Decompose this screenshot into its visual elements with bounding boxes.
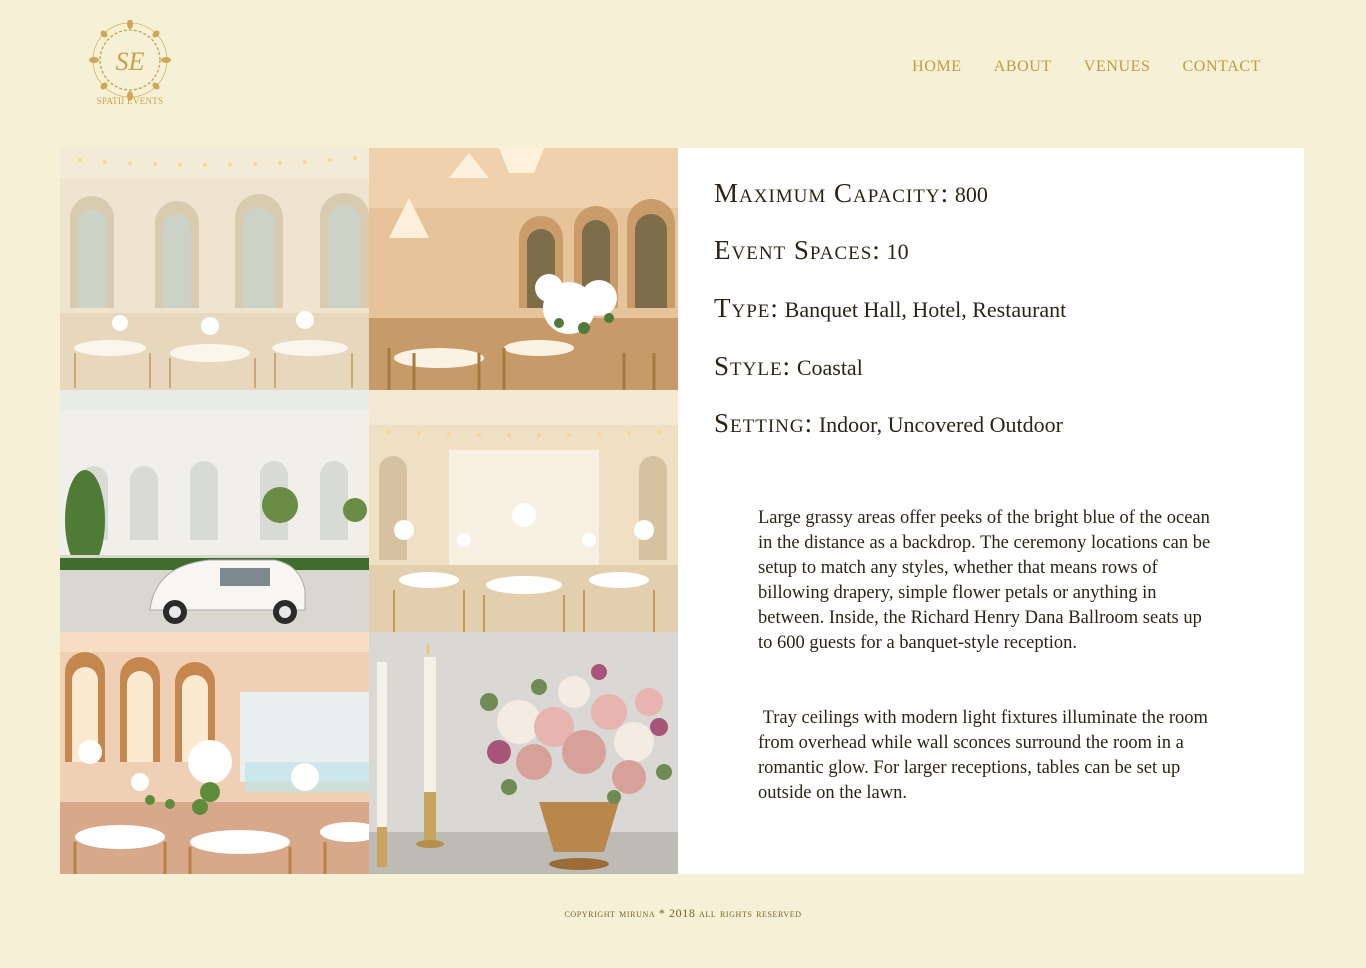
footer-copyright: copyright miruna * 2018 all rights reser… — [564, 906, 802, 920]
main-nav: HOME ABOUT VENUES CONTACT — [880, 58, 1261, 76]
fact-label: Type: — [714, 293, 779, 323]
nav-venues-link[interactable]: VENUES — [1084, 58, 1151, 76]
laurel-wreath-icon: SE — [89, 20, 171, 100]
venue-gallery — [60, 148, 678, 874]
chandelier-photo-image — [369, 148, 678, 390]
fact-value: 800 — [954, 182, 988, 207]
fact-value: Banquet Hall, Hotel, Restaurant — [784, 297, 1067, 322]
gallery-photo-chandelier-room[interactable] — [369, 148, 678, 390]
floral-centerpiece-photo-image — [369, 632, 678, 874]
fact-label: Style: — [714, 351, 792, 381]
fact-event-spaces: Event Spaces: 10 — [714, 235, 909, 266]
brand-monogram: SE — [116, 47, 145, 76]
fact-value: 10 — [886, 239, 909, 264]
venue-description-paragraph: Large grassy areas offer peeks of the br… — [758, 508, 1211, 653]
fact-setting: Setting: Indoor, Uncovered Outdoor — [714, 408, 1063, 439]
fact-type: Type: Banquet Hall, Hotel, Restaurant — [714, 293, 1066, 324]
gallery-photo-mansion-car[interactable] — [60, 390, 369, 632]
brand-name: SPATII EVENTS — [96, 96, 164, 106]
gallery-photo-arched-ballroom[interactable] — [60, 632, 369, 874]
nav-about-link[interactable]: ABOUT — [994, 58, 1052, 76]
fact-value: Coastal — [796, 355, 863, 380]
venue-details-panel: Maximum Capacity: 800 Event Spaces: 10 T… — [678, 148, 1304, 874]
mansion-photo-image — [60, 390, 369, 632]
nav-contact-link[interactable]: CONTACT — [1183, 58, 1261, 76]
fact-maximum-capacity: Maximum Capacity: 800 — [714, 178, 988, 209]
fact-label: Event Spaces: — [714, 235, 881, 265]
brand-logo[interactable]: SE SPATII EVENTS — [84, 20, 176, 110]
fact-label: Maximum Capacity: — [714, 178, 950, 208]
reception-hall-photo-image — [369, 390, 678, 632]
venue-description-paragraph: Tray ceilings with modern light fixtures… — [758, 708, 1213, 803]
fact-label: Setting: — [714, 408, 814, 438]
gallery-photo-ballroom-mirrors[interactable] — [60, 148, 369, 390]
nav-home-link[interactable]: HOME — [912, 58, 962, 76]
gallery-photo-reception-hall[interactable] — [369, 390, 678, 632]
ballroom-photo-image — [60, 148, 369, 390]
fact-style: Style: Coastal — [714, 351, 863, 382]
gallery-photo-floral-centerpiece[interactable] — [369, 632, 678, 874]
arched-ballroom-photo-image — [60, 632, 369, 874]
fact-value: Indoor, Uncovered Outdoor — [818, 412, 1063, 437]
